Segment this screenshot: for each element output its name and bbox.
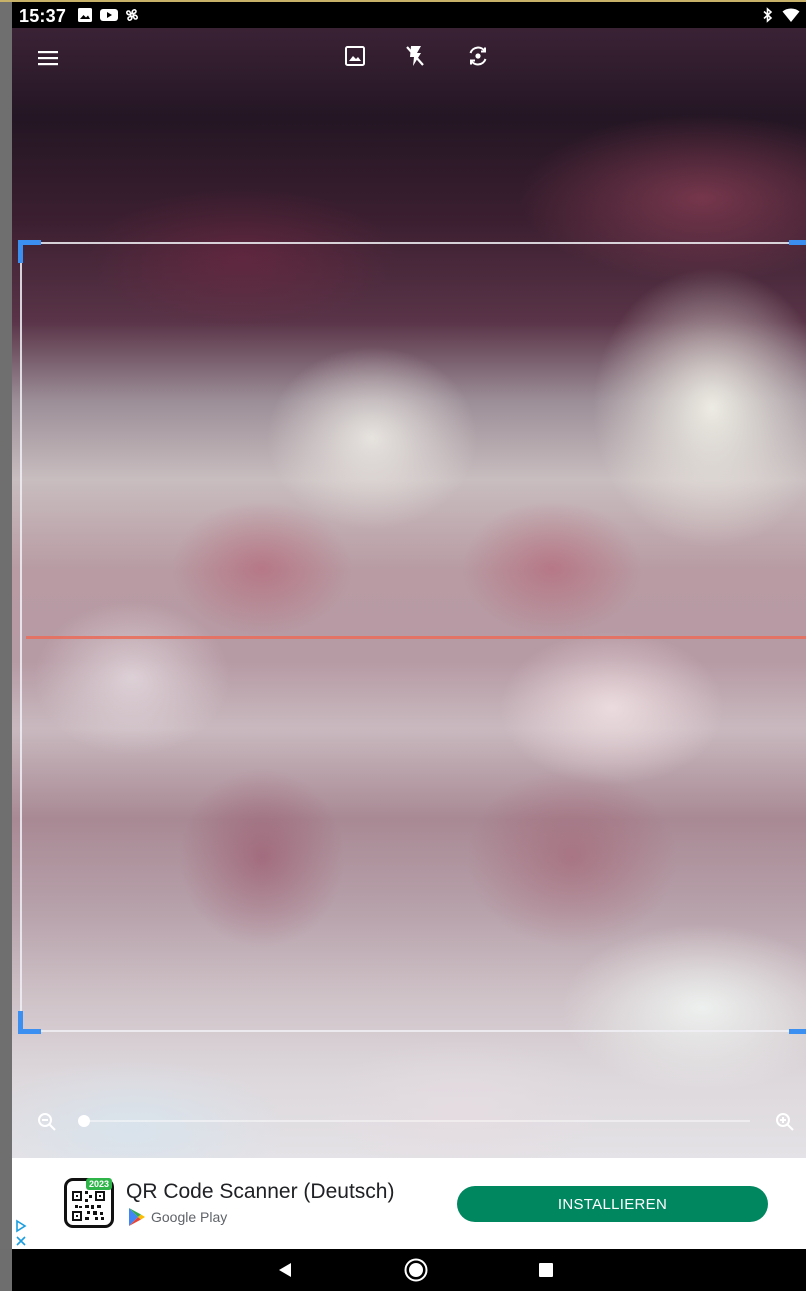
home-icon[interactable] [404,1258,428,1282]
status-bar: 15:37 [12,2,806,28]
navigation-bar [12,1249,806,1291]
ad-store-label: Google Play [151,1209,228,1225]
youtube-icon [100,7,118,23]
ad-title[interactable]: QR Code Scanner (Deutsch) [126,1180,394,1204]
recents-icon[interactable] [534,1258,558,1282]
window-edge [0,0,12,1249]
pinwheel-icon [124,7,140,23]
camera-switch-icon [466,44,490,73]
install-button[interactable]: INSTALLIEREN [457,1186,768,1222]
flash-toggle-button[interactable] [401,44,429,72]
app-badge-year: 2023 [86,1178,113,1190]
menu-icon[interactable] [34,44,62,72]
camera-switch-button[interactable] [464,44,492,72]
zoom-in-icon[interactable] [774,1111,796,1133]
scan-laser-line [26,636,806,639]
status-time: 15:37 [19,6,67,26]
zoom-out-icon[interactable] [36,1111,58,1133]
scan-corner-top-left [18,240,41,263]
ad-banner[interactable]: 2023 QR Code Scanner (Deutsch) Google Pl… [12,1158,806,1249]
scan-corner-top-right [789,240,806,263]
back-icon[interactable] [273,1258,297,1282]
zoom-slider-track[interactable] [84,1120,750,1122]
gallery-button[interactable] [341,44,369,72]
camera-preview[interactable] [12,28,806,1158]
image-icon [344,45,366,72]
adchoices-icon[interactable] [14,1218,28,1248]
wifi-icon [782,7,800,23]
flash-off-icon [404,44,426,73]
scan-corner-bottom-right [789,1011,806,1034]
image-icon [77,7,93,23]
google-play-icon [128,1207,146,1227]
bluetooth-icon [762,7,774,23]
scan-corner-bottom-left [18,1011,41,1034]
zoom-slider-thumb[interactable] [78,1115,90,1127]
